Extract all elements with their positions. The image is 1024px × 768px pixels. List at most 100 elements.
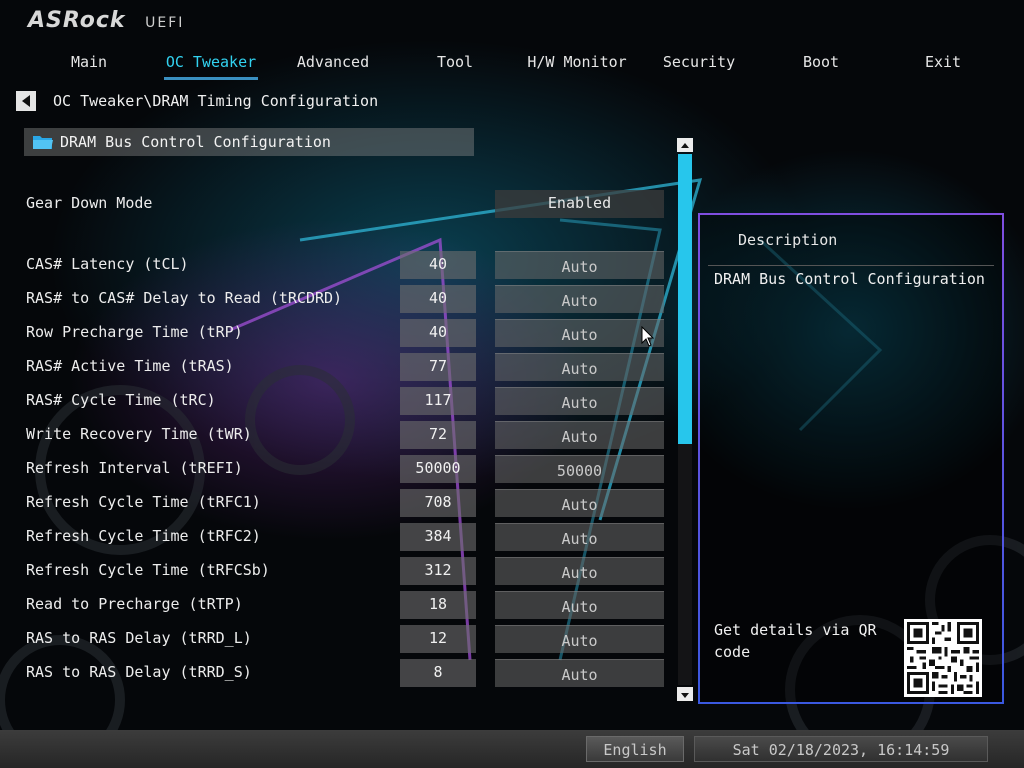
description-text: DRAM Bus Control Configuration [714,270,985,288]
current-value: 18 [400,591,476,619]
tab-underline [42,77,136,80]
setting-select[interactable]: Auto [495,557,664,585]
tab-label: Exit [924,53,962,71]
tab-label: OC Tweaker [165,53,257,71]
folder-icon [33,136,53,149]
scroll-down-button[interactable] [677,687,693,701]
mouse-cursor-icon [641,326,655,347]
arrow-up-icon [681,143,689,148]
setting-select[interactable]: Auto [495,591,664,619]
setting-label: Row Precharge Time (tRP) [26,323,243,341]
timing-row-tras: RAS# Active Time (tRAS) 77 Auto [26,353,666,381]
arrow-down-icon [681,693,689,698]
timing-row-trp: Row Precharge Time (tRP) 40 Auto [26,319,666,347]
brand-name: ASRock [28,8,126,33]
date-time-display: Sat 02/18/2023, 16:14:59 [694,736,988,762]
tab-oc-tweaker[interactable]: OC Tweaker [150,50,272,80]
tab-hw-monitor[interactable]: H/W Monitor [516,50,638,80]
setting-select[interactable]: Auto [495,285,664,313]
firmware-label: UEFI [145,15,185,31]
main-tabs: Main OC Tweaker Advanced Tool H/W Monito… [28,50,1008,80]
tab-label: Security [662,53,736,71]
setting-label: Gear Down Mode [26,194,153,212]
setting-label: RAS# to CAS# Delay to Read (tRCDRD) [26,289,343,307]
tab-boot[interactable]: Boot [760,50,882,80]
breadcrumb: OC Tweaker\DRAM Timing Configuration [16,90,378,112]
current-value: 40 [400,285,476,313]
tab-label: H/W Monitor [527,53,627,71]
tab-security[interactable]: Security [638,50,760,80]
setting-select[interactable]: Auto [495,421,664,449]
setting-select[interactable]: Auto [495,319,664,347]
setting-label: Refresh Cycle Time (tRFC1) [26,493,261,511]
setting-select[interactable]: Auto [495,353,664,381]
timing-row-twr: Write Recovery Time (tWR) 72 Auto [26,421,666,449]
current-value: 384 [400,523,476,551]
setting-row-gear-down-mode: Gear Down Mode Enabled [26,190,666,218]
setting-select[interactable]: Auto [495,251,664,279]
setting-label: RAS to RAS Delay (tRRD_L) [26,629,252,647]
setting-label: Refresh Cycle Time (tRFCSb) [26,561,270,579]
footer-bar: English Sat 02/18/2023, 16:14:59 [0,730,1024,768]
current-value: 50000 [400,455,476,483]
qr-code [904,619,982,697]
current-value: 72 [400,421,476,449]
timing-row-trfcsb: Refresh Cycle Time (tRFCSb) 312 Auto [26,557,666,585]
tab-label: Boot [802,53,840,71]
current-value: 40 [400,319,476,347]
tab-label: Advanced [296,53,370,71]
setting-label: CAS# Latency (tCL) [26,255,189,273]
current-value: 77 [400,353,476,381]
description-title: Description [738,231,838,249]
current-value: 312 [400,557,476,585]
setting-label: Read to Precharge (tRTP) [26,595,243,613]
timing-row-trrd-l: RAS to RAS Delay (tRRD_L) 12 Auto [26,625,666,653]
back-button[interactable] [16,91,36,111]
tab-underline [774,77,868,80]
timing-row-trrd-s: RAS to RAS Delay (tRRD_S) 8 Auto [26,659,666,687]
tab-underline [652,77,746,80]
current-value: 12 [400,625,476,653]
tab-underline [896,77,990,80]
tab-advanced[interactable]: Advanced [272,50,394,80]
tab-tool[interactable]: Tool [394,50,516,80]
tab-underline [530,77,624,80]
scroll-track[interactable] [678,154,692,685]
timing-row-trfc1: Refresh Cycle Time (tRFC1) 708 Auto [26,489,666,517]
scroll-up-button[interactable] [677,138,693,152]
language-button[interactable]: English [586,736,684,762]
timing-row-trefi: Refresh Interval (tREFI) 50000 50000 [26,455,666,483]
timing-row-trtp: Read to Precharge (tRTP) 18 Auto [26,591,666,619]
setting-select[interactable]: Auto [495,387,664,415]
qr-caption: Get details via QR code [714,621,877,661]
setting-select[interactable]: Auto [495,523,664,551]
divider [708,265,994,266]
back-arrow-icon [22,95,30,107]
current-value: 117 [400,387,476,415]
asrock-logo: ASRock UEFI [28,8,184,38]
scroll-thumb[interactable] [678,154,692,444]
gear-down-select[interactable]: Enabled [495,190,664,218]
current-value: 708 [400,489,476,517]
setting-select[interactable]: Auto [495,489,664,517]
tab-exit[interactable]: Exit [882,50,1004,80]
timing-row-trc: RAS# Cycle Time (tRC) 117 Auto [26,387,666,415]
section-header[interactable]: DRAM Bus Control Configuration [24,128,474,156]
setting-select[interactable]: 50000 [495,455,664,483]
setting-label: Refresh Interval (tREFI) [26,459,243,477]
tab-underline [286,77,380,80]
setting-label: Refresh Cycle Time (tRFC2) [26,527,261,545]
timing-row-trcdrd: RAS# to CAS# Delay to Read (tRCDRD) 40 A… [26,285,666,313]
timing-row-trfc2: Refresh Cycle Time (tRFC2) 384 Auto [26,523,666,551]
breadcrumb-path: OC Tweaker\DRAM Timing Configuration [53,92,379,110]
setting-select[interactable]: Auto [495,625,664,653]
setting-label: RAS to RAS Delay (tRRD_S) [26,663,252,681]
tab-main[interactable]: Main [28,50,150,80]
tab-underline [408,77,502,80]
setting-label: RAS# Active Time (tRAS) [26,357,234,375]
section-label: DRAM Bus Control Configuration [60,133,331,151]
tab-underline [164,77,258,80]
description-panel: Description DRAM Bus Control Configurati… [698,213,1004,704]
setting-select[interactable]: Auto [495,659,664,687]
list-scrollbar[interactable] [677,138,693,704]
